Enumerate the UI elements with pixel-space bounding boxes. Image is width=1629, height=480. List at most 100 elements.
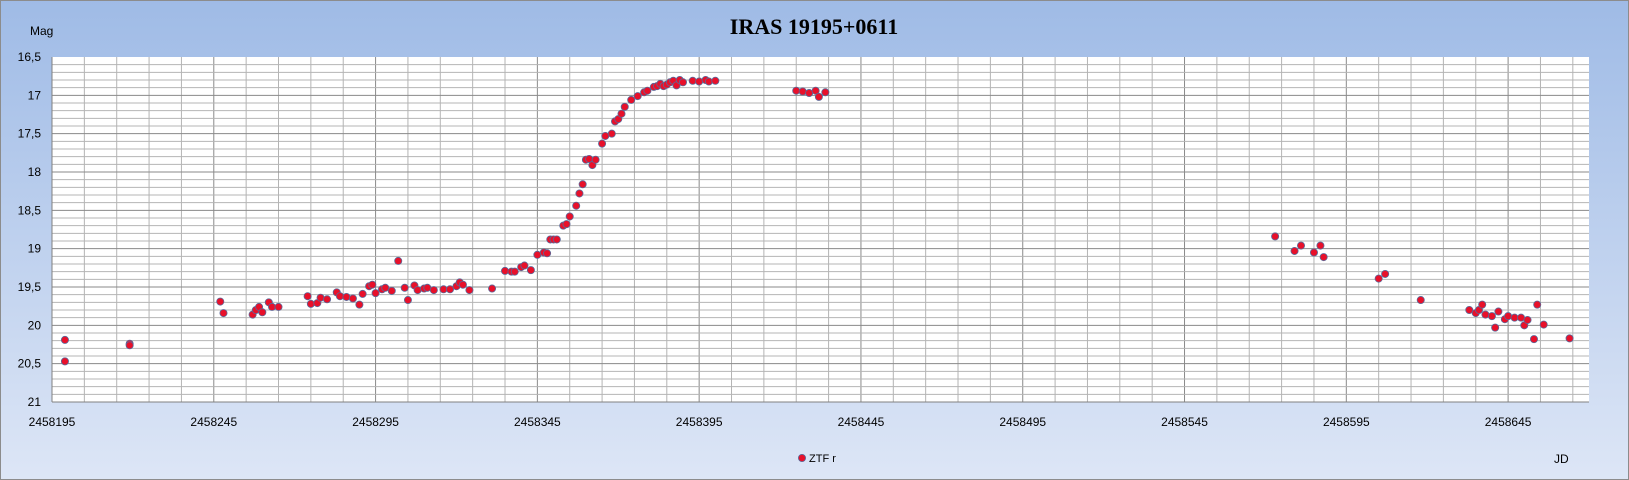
- x-axis-label: JD: [1554, 452, 1569, 466]
- data-point: [1297, 241, 1306, 250]
- data-point: [1494, 307, 1503, 316]
- data-point: [678, 78, 687, 87]
- data-point: [1374, 274, 1383, 283]
- data-point: [488, 284, 497, 293]
- data-point: [578, 180, 587, 189]
- data-point: [458, 280, 467, 289]
- data-point: [429, 286, 438, 295]
- data-point: [60, 357, 69, 366]
- data-point: [1533, 300, 1542, 309]
- data-point: [1271, 232, 1280, 241]
- data-point: [1523, 315, 1532, 324]
- y-tick-label: 18: [28, 165, 42, 179]
- x-tick-label: 2458595: [1323, 415, 1370, 429]
- data-point: [1491, 323, 1500, 332]
- data-point: [258, 308, 267, 317]
- data-point: [562, 220, 571, 229]
- data-point: [575, 189, 584, 198]
- data-point: [323, 295, 332, 304]
- data-point: [400, 283, 409, 292]
- data-point: [1478, 300, 1487, 309]
- y-tick-label: 20,5: [18, 357, 42, 371]
- data-point: [633, 92, 642, 101]
- data-point: [620, 102, 629, 111]
- data-point: [711, 76, 720, 85]
- data-point: [306, 299, 315, 308]
- data-point: [792, 86, 801, 95]
- data-point: [387, 286, 396, 295]
- data-point: [394, 256, 403, 265]
- data-point: [501, 266, 510, 275]
- y-tick-label: 20: [28, 318, 42, 332]
- y-tick-label: 16,5: [18, 50, 42, 64]
- data-point: [1504, 312, 1513, 321]
- data-point: [1565, 334, 1574, 343]
- data-point: [403, 296, 412, 305]
- data-point: [591, 155, 600, 164]
- data-point: [335, 292, 344, 301]
- y-tick-label: 18,5: [18, 203, 42, 217]
- x-tick-label: 2458545: [1161, 415, 1208, 429]
- legend-label-ztf-r: ZTF r: [809, 453, 836, 465]
- x-tick-label: 2458295: [352, 415, 399, 429]
- data-point: [342, 292, 351, 301]
- data-point: [413, 286, 422, 295]
- data-point: [526, 266, 535, 275]
- data-point: [316, 293, 325, 302]
- data-point: [627, 95, 636, 104]
- x-tick-label: 2458245: [190, 415, 237, 429]
- y-tick-label: 19,5: [18, 280, 42, 294]
- data-point: [1381, 269, 1390, 278]
- data-point: [1487, 312, 1496, 321]
- data-point: [348, 294, 357, 303]
- data-point: [695, 77, 704, 86]
- y-tick-label: 21: [28, 395, 42, 409]
- data-point: [125, 341, 134, 350]
- x-tick-label: 2458495: [999, 415, 1046, 429]
- data-point: [572, 201, 581, 210]
- data-point: [216, 297, 225, 306]
- data-point: [552, 235, 561, 244]
- data-point: [355, 300, 364, 309]
- data-point: [371, 289, 380, 298]
- data-point: [303, 292, 312, 301]
- data-point: [1539, 320, 1548, 329]
- x-tick-label: 2458395: [676, 415, 723, 429]
- data-point: [1416, 296, 1425, 305]
- y-tick-label: 17,5: [18, 127, 42, 141]
- data-point: [358, 289, 367, 298]
- x-tick-label: 2458345: [514, 415, 561, 429]
- light-curve-chart: 16,5 17 17,5 18 18,5 19 19,5 20 20,5 21 2458195 24…: [0, 0, 1629, 480]
- data-point: [798, 87, 807, 96]
- data-point: [60, 335, 69, 344]
- data-point: [219, 309, 228, 318]
- data-point: [274, 302, 283, 311]
- data-point: [814, 92, 823, 101]
- x-tick-label: 2458195: [29, 415, 76, 429]
- x-tick-label: 2458645: [1485, 415, 1532, 429]
- data-point: [1481, 310, 1490, 319]
- data-point: [1309, 248, 1318, 257]
- y-axis-label: Mag: [30, 24, 53, 38]
- data-point: [617, 109, 626, 118]
- data-point: [821, 88, 830, 97]
- chart-container: 16,5 17 17,5 18 18,5 19 19,5 20 20,5 21 2458195 24…: [0, 0, 1629, 480]
- data-point: [1529, 335, 1538, 344]
- data-point: [688, 76, 697, 85]
- y-tick-label: 19: [28, 242, 42, 256]
- chart-title: IRAS 19195+0611: [730, 14, 898, 39]
- data-point: [1316, 241, 1325, 250]
- data-point: [1290, 246, 1299, 255]
- y-tick-label: 17: [28, 88, 42, 102]
- plot-area: [52, 57, 1589, 402]
- data-point: [607, 129, 616, 138]
- data-point: [520, 261, 529, 270]
- data-point: [543, 249, 552, 258]
- data-point: [598, 139, 607, 148]
- data-point: [565, 212, 574, 221]
- data-point: [1319, 253, 1328, 262]
- x-tick-label: 2458445: [838, 415, 885, 429]
- data-point: [510, 267, 519, 276]
- data-point: [368, 280, 377, 289]
- data-point: [643, 86, 652, 95]
